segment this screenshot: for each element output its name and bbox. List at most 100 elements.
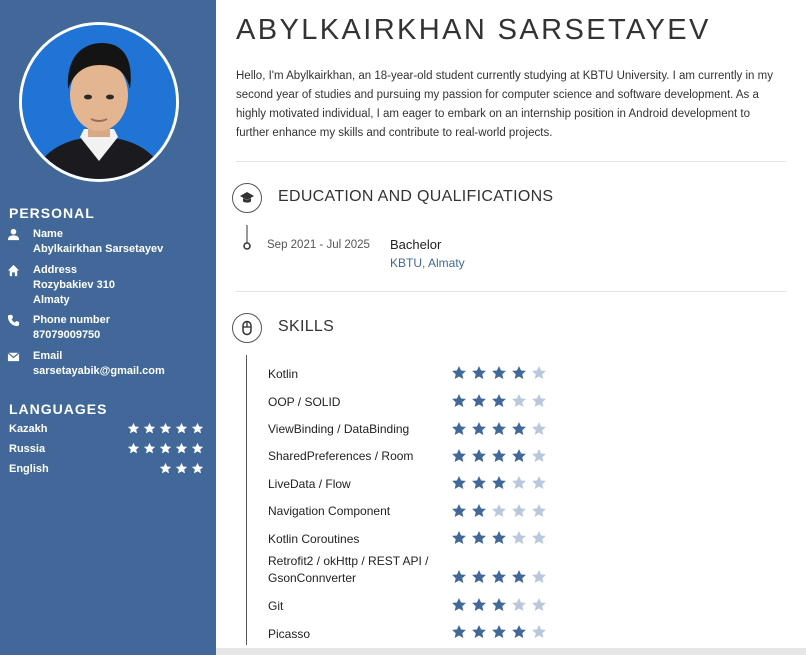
- star-filled-icon: [472, 625, 486, 638]
- star-icon: [191, 422, 204, 434]
- star-filled-icon: [452, 598, 466, 611]
- star-empty-icon: [532, 366, 546, 379]
- divider: [236, 291, 786, 292]
- home-icon: [7, 264, 20, 277]
- skill-rating: [451, 503, 547, 519]
- star-empty-icon: [512, 598, 526, 611]
- mail-icon: [7, 350, 20, 363]
- education-date: Sep 2021 - Jul 2025: [267, 239, 370, 251]
- star-filled-icon: [512, 570, 526, 583]
- star-empty-icon: [492, 504, 506, 517]
- star-empty-icon: [512, 531, 526, 544]
- star-filled-icon: [512, 366, 526, 379]
- skill-rating: [451, 530, 547, 546]
- star-filled-icon: [472, 449, 486, 462]
- person-icon: [7, 228, 20, 241]
- star-filled-icon: [492, 394, 506, 407]
- star-filled-icon: [512, 625, 526, 638]
- star-filled-icon: [472, 570, 486, 583]
- education-timeline: [243, 225, 251, 250]
- skill-rating: [451, 393, 547, 409]
- star-empty-icon: [532, 504, 546, 517]
- star-empty-icon: [532, 476, 546, 489]
- star-empty-icon: [532, 531, 546, 544]
- star-filled-icon: [452, 394, 466, 407]
- bio-text: Hello, I'm Abylkairkhan, an 18-year-old …: [236, 70, 773, 139]
- address-label: Address: [33, 264, 78, 276]
- star-icon: [175, 422, 188, 434]
- language-rating: [127, 442, 204, 455]
- star-empty-icon: [532, 625, 546, 638]
- star-filled-icon: [472, 422, 486, 435]
- star-empty-icon: [532, 449, 546, 462]
- language-row: English: [9, 462, 204, 479]
- star-filled-icon: [452, 625, 466, 638]
- star-filled-icon: [472, 476, 486, 489]
- language-row: Kazakh: [9, 422, 204, 439]
- sidebar: PERSONAL Name Abylkairkhan Sarsetayev Ad…: [0, 0, 216, 655]
- star-filled-icon: [492, 598, 506, 611]
- skill-rating: [451, 569, 547, 585]
- graduation-cap-icon: [232, 183, 262, 213]
- mouse-icon: [232, 313, 262, 343]
- star-icon: [191, 462, 204, 474]
- star-filled-icon: [492, 476, 506, 489]
- star-icon: [159, 442, 172, 454]
- skills-title: SKILLS: [278, 318, 335, 335]
- skill-name: ViewBinding / DataBinding: [268, 422, 410, 436]
- star-filled-icon: [492, 422, 506, 435]
- star-filled-icon: [472, 394, 486, 407]
- main-content: ABYLKAIRKHAN SARSETAYEV Hello, I'm Abylk…: [216, 0, 806, 655]
- star-icon: [143, 422, 156, 434]
- star-icon: [159, 422, 172, 434]
- star-icon: [127, 442, 140, 454]
- star-filled-icon: [452, 531, 466, 544]
- language-row: Russia: [9, 442, 204, 459]
- education-place: KBTU, Almaty: [390, 256, 465, 270]
- skill-rating: [451, 365, 547, 381]
- skill-name: Kotlin Coroutines: [268, 532, 360, 546]
- star-icon: [143, 442, 156, 454]
- divider: [236, 161, 786, 162]
- star-filled-icon: [452, 476, 466, 489]
- email-value: sarsetayabik@gmail.com: [33, 365, 165, 377]
- skill-name: Retrofit2 / okHttp / REST API / GsonConn…: [268, 554, 429, 585]
- skill-rating: [451, 448, 547, 464]
- star-empty-icon: [532, 598, 546, 611]
- star-filled-icon: [512, 422, 526, 435]
- address-line1: Rozybakiev 310: [33, 279, 115, 291]
- star-icon: [159, 462, 172, 474]
- star-empty-icon: [532, 570, 546, 583]
- skill-rating: [451, 597, 547, 613]
- star-filled-icon: [452, 504, 466, 517]
- star-empty-icon: [532, 422, 546, 435]
- star-filled-icon: [492, 449, 506, 462]
- skill-name: LiveData / Flow: [268, 477, 351, 491]
- page-title: ABYLKAIRKHAN SARSETAYEV: [236, 14, 711, 46]
- profile-photo: [19, 22, 179, 182]
- skill-name: Picasso: [268, 627, 311, 641]
- personal-heading: PERSONAL: [9, 205, 95, 221]
- star-empty-icon: [512, 394, 526, 407]
- phone-icon: [7, 314, 20, 327]
- star-filled-icon: [472, 598, 486, 611]
- language-name: Russia: [9, 443, 46, 455]
- skill-rating: [451, 475, 547, 491]
- address-line2: Almaty: [33, 294, 70, 306]
- star-filled-icon: [452, 449, 466, 462]
- star-icon: [175, 442, 188, 454]
- skill-name: OOP / SOLID: [268, 395, 341, 409]
- skill-name: SharedPreferences / Room: [268, 449, 414, 463]
- star-filled-icon: [492, 531, 506, 544]
- star-icon: [175, 462, 188, 474]
- education-title: EDUCATION AND QUALIFICATIONS: [278, 188, 554, 205]
- name-value: Abylkairkhan Sarsetayev: [33, 243, 164, 255]
- skill-name: Kotlin: [268, 367, 299, 381]
- language-rating: [127, 422, 204, 435]
- skill-name: Git: [268, 599, 284, 613]
- star-filled-icon: [492, 366, 506, 379]
- skill-rating: [451, 624, 547, 640]
- star-filled-icon: [452, 570, 466, 583]
- education-degree: Bachelor: [390, 237, 442, 252]
- star-empty-icon: [512, 476, 526, 489]
